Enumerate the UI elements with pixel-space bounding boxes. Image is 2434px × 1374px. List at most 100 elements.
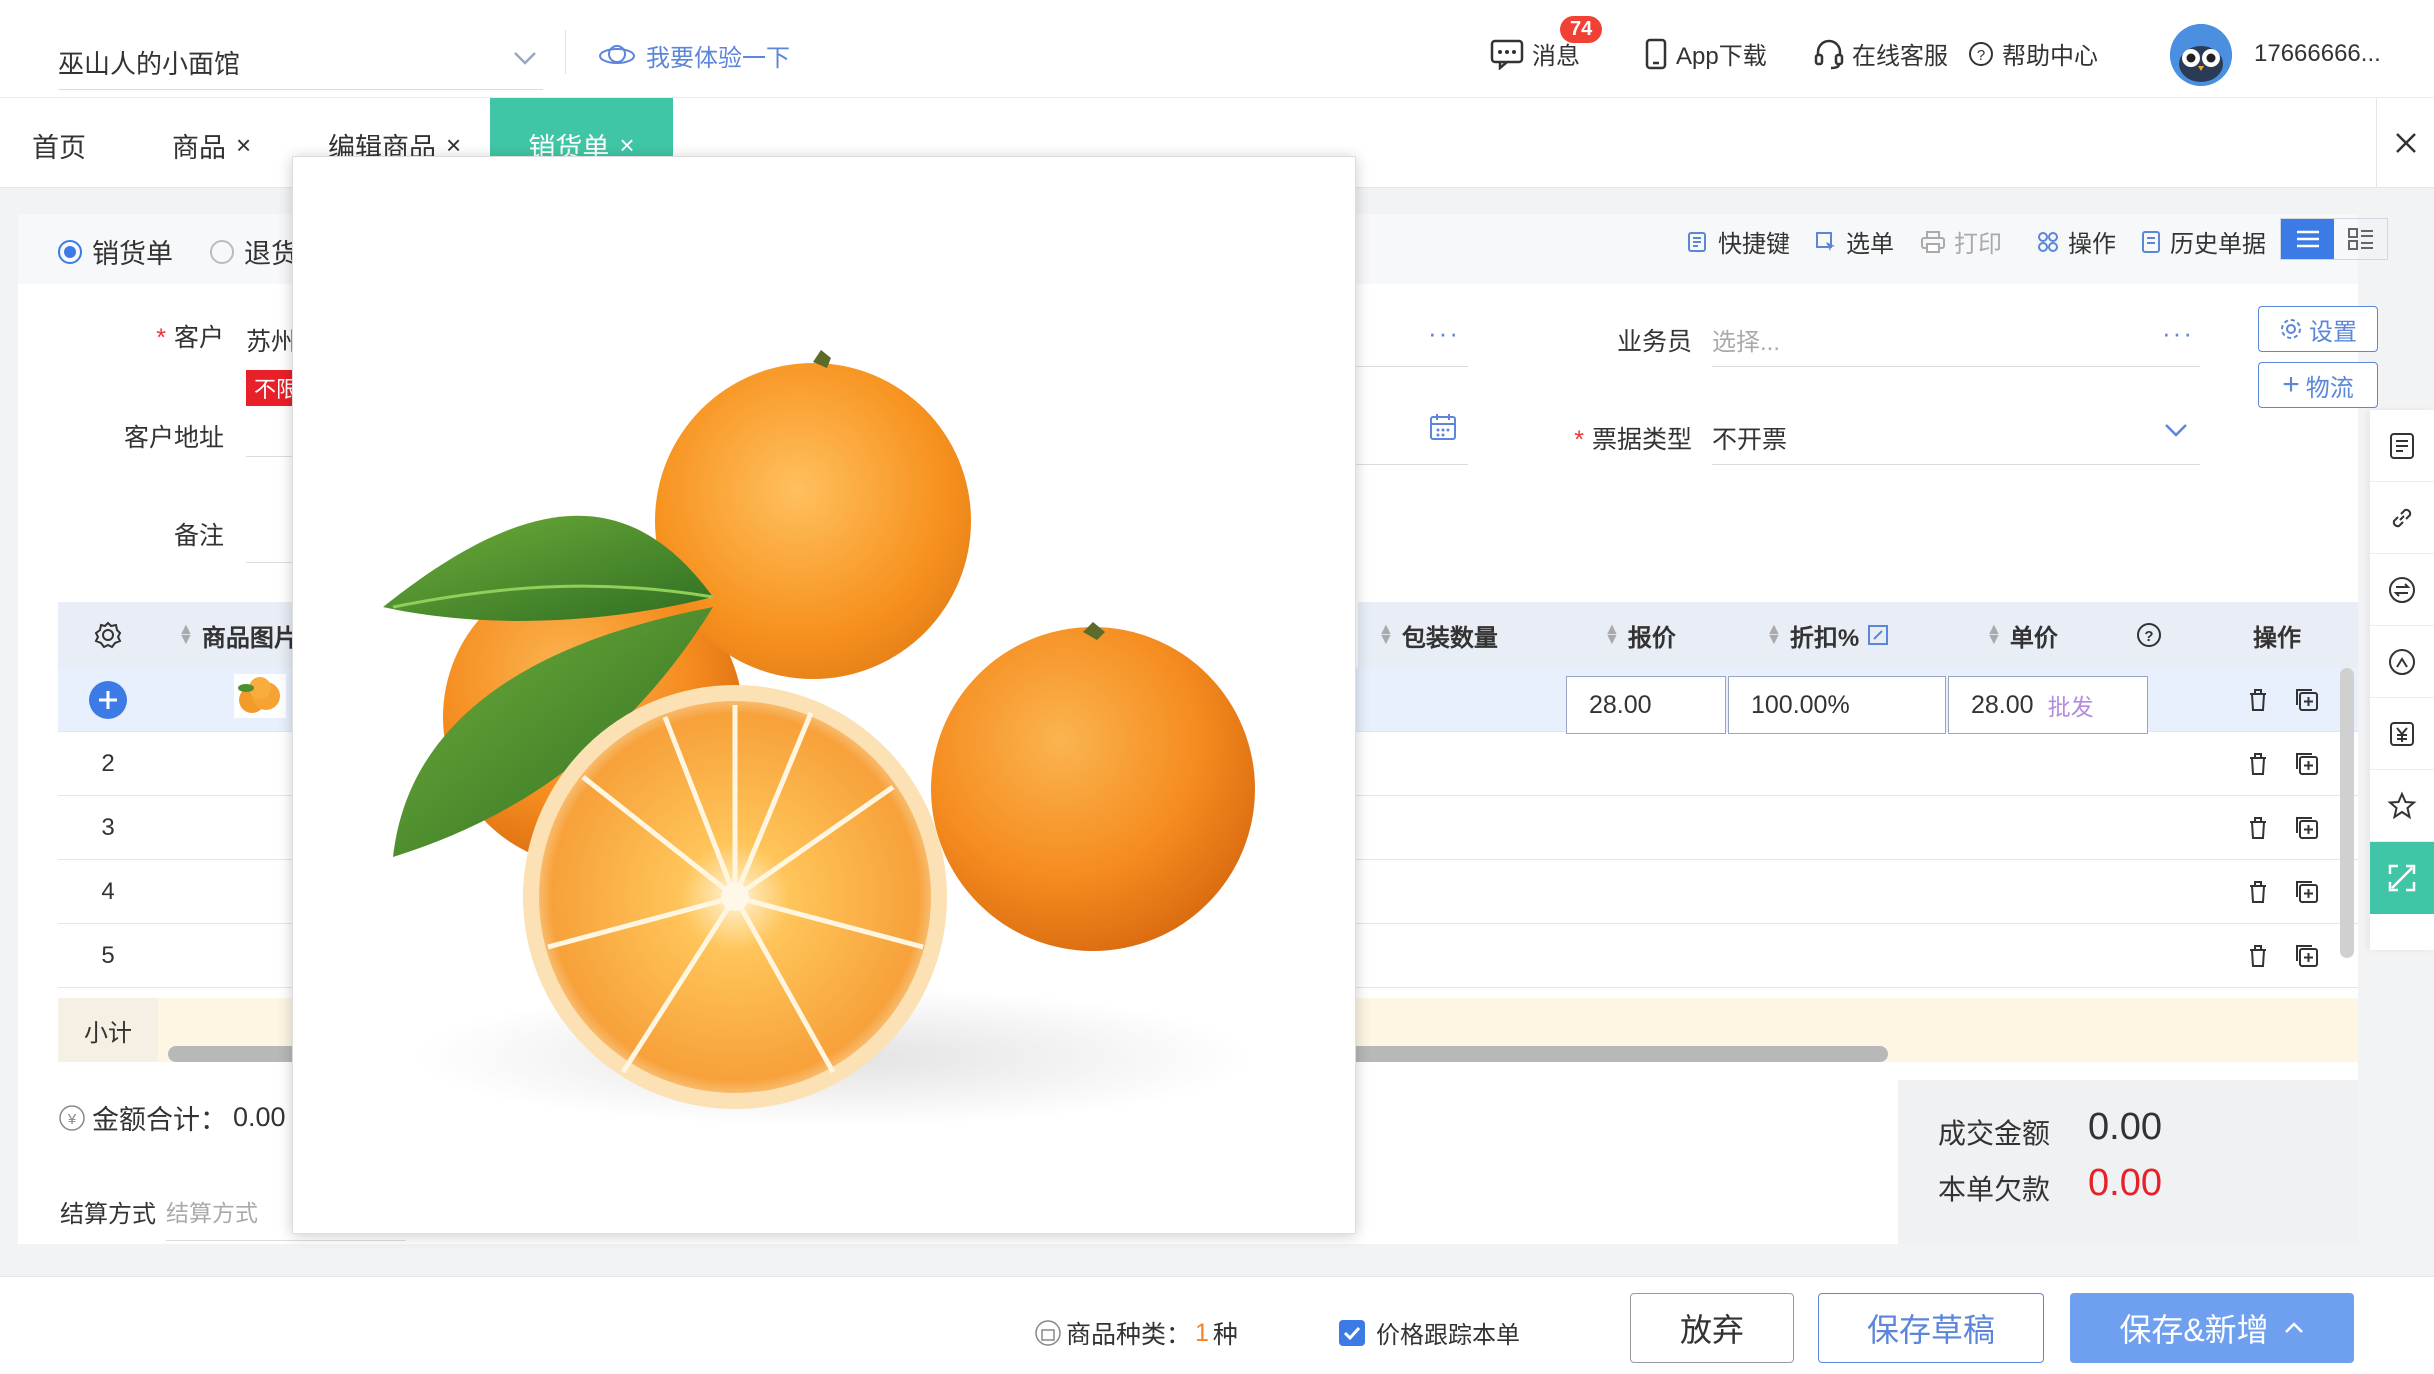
logistics-button[interactable]: + 物流 <box>2258 362 2378 408</box>
trash-icon[interactable] <box>2246 815 2270 841</box>
chevron-down-icon[interactable] <box>2162 416 2190 444</box>
address-label: 客户地址 <box>123 424 224 452</box>
sort-icon: ▲ ▼ <box>1604 621 1620 648</box>
column-header-unit-price[interactable]: ▲ ▼ 单价 ? <box>1966 602 2196 668</box>
salesman-label: 业务员 <box>1616 328 1692 356</box>
list-view-button[interactable] <box>2281 219 2334 259</box>
vertical-scrollbar[interactable] <box>2340 668 2354 958</box>
logistics-label: 物流 <box>2305 374 2354 402</box>
save-draft-button[interactable]: 保存草稿 <box>1818 1293 2044 1363</box>
product-image-preview[interactable] <box>292 156 1356 1234</box>
trash-icon[interactable] <box>2246 943 2270 969</box>
print-button[interactable]: 打印 <box>1920 224 2002 259</box>
radio-returns[interactable]: 退货 <box>210 232 298 271</box>
subtotal-label: 小计 <box>58 998 158 1062</box>
row-number: 4 <box>101 878 115 905</box>
trash-icon[interactable] <box>2246 879 2270 905</box>
shortcuts-button[interactable]: 快捷键 <box>1686 224 1790 259</box>
remark-field-line <box>246 562 296 563</box>
tab-home[interactable]: 首页 <box>32 98 86 188</box>
unit-price-input[interactable]: 28.00 批发 <box>1948 676 2148 734</box>
more-icon[interactable]: ··· <box>2162 318 2194 349</box>
edit-icon[interactable] <box>1867 624 1889 646</box>
column-header-discount[interactable]: ▲ ▼ 折扣% <box>1746 602 1966 668</box>
discount-input[interactable]: 100.00% <box>1728 676 1946 734</box>
quote-input[interactable]: 28.00 <box>1566 676 1726 734</box>
close-icon[interactable]: × <box>236 130 251 161</box>
history-button[interactable]: 历史单据 <box>2140 224 2266 259</box>
planet-icon <box>599 44 635 64</box>
tab-label: 首页 <box>32 132 86 163</box>
row-ops <box>2213 732 2353 796</box>
salesman-input[interactable]: 选择... <box>1712 322 1780 357</box>
trash-icon[interactable] <box>2246 687 2270 713</box>
dock-favorite-button[interactable] <box>2370 770 2434 842</box>
product-thumbnail[interactable] <box>234 674 286 718</box>
right-dock <box>2370 410 2434 950</box>
dock-link-button[interactable] <box>2370 482 2434 554</box>
settings-label: 设置 <box>2309 318 2357 346</box>
chevron-down-icon <box>514 52 536 65</box>
notes-icon <box>2390 432 2414 459</box>
customer-value[interactable]: 苏州 <box>246 322 296 358</box>
history-icon <box>2389 648 2415 675</box>
radio-checked-icon <box>58 239 82 264</box>
operations-label: 操作 <box>2068 231 2116 258</box>
trash-icon[interactable] <box>2246 751 2270 777</box>
calendar-icon[interactable] <box>1428 412 1458 442</box>
column-header-pack-qty[interactable]: ▲ ▼ 包装数量 <box>1358 602 1584 668</box>
dock-exchange-button[interactable] <box>2370 554 2434 626</box>
settings-button[interactable]: 设置 <box>2258 306 2378 352</box>
settle-input[interactable]: 结算方式 <box>166 1194 258 1228</box>
dock-finance-button[interactable] <box>2370 698 2434 770</box>
svg-text:?: ? <box>1977 47 1985 64</box>
fullscreen-icon <box>2388 864 2416 892</box>
tab-products[interactable]: 商品 × <box>172 98 251 188</box>
sort-icon: ▲ ▼ <box>1378 621 1394 648</box>
dock-clock-button[interactable] <box>2370 626 2434 698</box>
link-icon <box>2392 508 2412 527</box>
select-order-button[interactable]: 选单 <box>1814 224 1894 259</box>
column-header-quote[interactable]: ▲ ▼ 报价 <box>1584 602 1746 668</box>
price-track-checkbox[interactable]: 价格跟踪本单 <box>1338 1315 1520 1350</box>
row-number: 3 <box>101 814 115 841</box>
invoice-type-select[interactable]: 不开票 <box>1712 420 1787 456</box>
detail-view-button[interactable] <box>2334 219 2387 259</box>
phone-icon <box>1645 38 1667 69</box>
add-row-button[interactable] <box>58 668 158 732</box>
help-center-button[interactable]: ? 帮助中心 <box>1968 36 2098 71</box>
avatar[interactable] <box>2170 24 2232 86</box>
copy-icon[interactable] <box>2294 687 2320 713</box>
copy-icon[interactable] <box>2294 879 2320 905</box>
radio-sales[interactable]: 销货单 <box>58 232 173 271</box>
column-settings-header[interactable] <box>58 602 158 668</box>
copy-icon[interactable] <box>2294 815 2320 841</box>
tab-label: 商品 <box>172 132 226 163</box>
copy-icon[interactable] <box>2294 943 2320 969</box>
shop-select[interactable]: 巫山人的小面馆 <box>58 40 543 90</box>
copy-icon[interactable] <box>2294 751 2320 777</box>
more-icon[interactable]: ··· <box>1428 318 1460 349</box>
help-icon[interactable]: ? <box>2136 622 2162 648</box>
detail-list-icon <box>2347 228 2373 250</box>
online-service-button[interactable]: 在线客服 <box>1814 36 1948 71</box>
chevron-up-icon <box>2284 1322 2303 1333</box>
oranges-image <box>293 157 1355 1233</box>
account-phone[interactable]: 17666666... <box>2254 40 2381 68</box>
try-experience-link[interactable]: 我要体验一下 <box>598 38 790 73</box>
address-field-line <box>246 456 296 457</box>
bag-icon <box>1035 1320 1061 1346</box>
dock-fullscreen-button[interactable] <box>2370 842 2434 914</box>
discard-button[interactable]: 放弃 <box>1630 1293 1794 1363</box>
top-bar: 巫山人的小面馆 我要体验一下 消息 74 App下载 在线客服 ? 帮助中心 1… <box>0 0 2434 98</box>
save-and-new-button[interactable]: 保存&新增 <box>2070 1293 2354 1363</box>
sort-icon: ▲ ▼ <box>1766 621 1782 648</box>
operations-button[interactable]: 操作 <box>2036 224 2116 259</box>
close-all-tabs-button[interactable] <box>2376 98 2434 188</box>
app-download-button[interactable]: App下载 <box>1644 36 1767 71</box>
debt-label: 本单欠款 <box>1938 1174 2051 1205</box>
dock-notes-button[interactable] <box>2370 410 2434 482</box>
customer-label: * 客户 <box>156 324 224 352</box>
history-label: 历史单据 <box>2170 231 2266 258</box>
print-label: 打印 <box>1954 231 2002 258</box>
